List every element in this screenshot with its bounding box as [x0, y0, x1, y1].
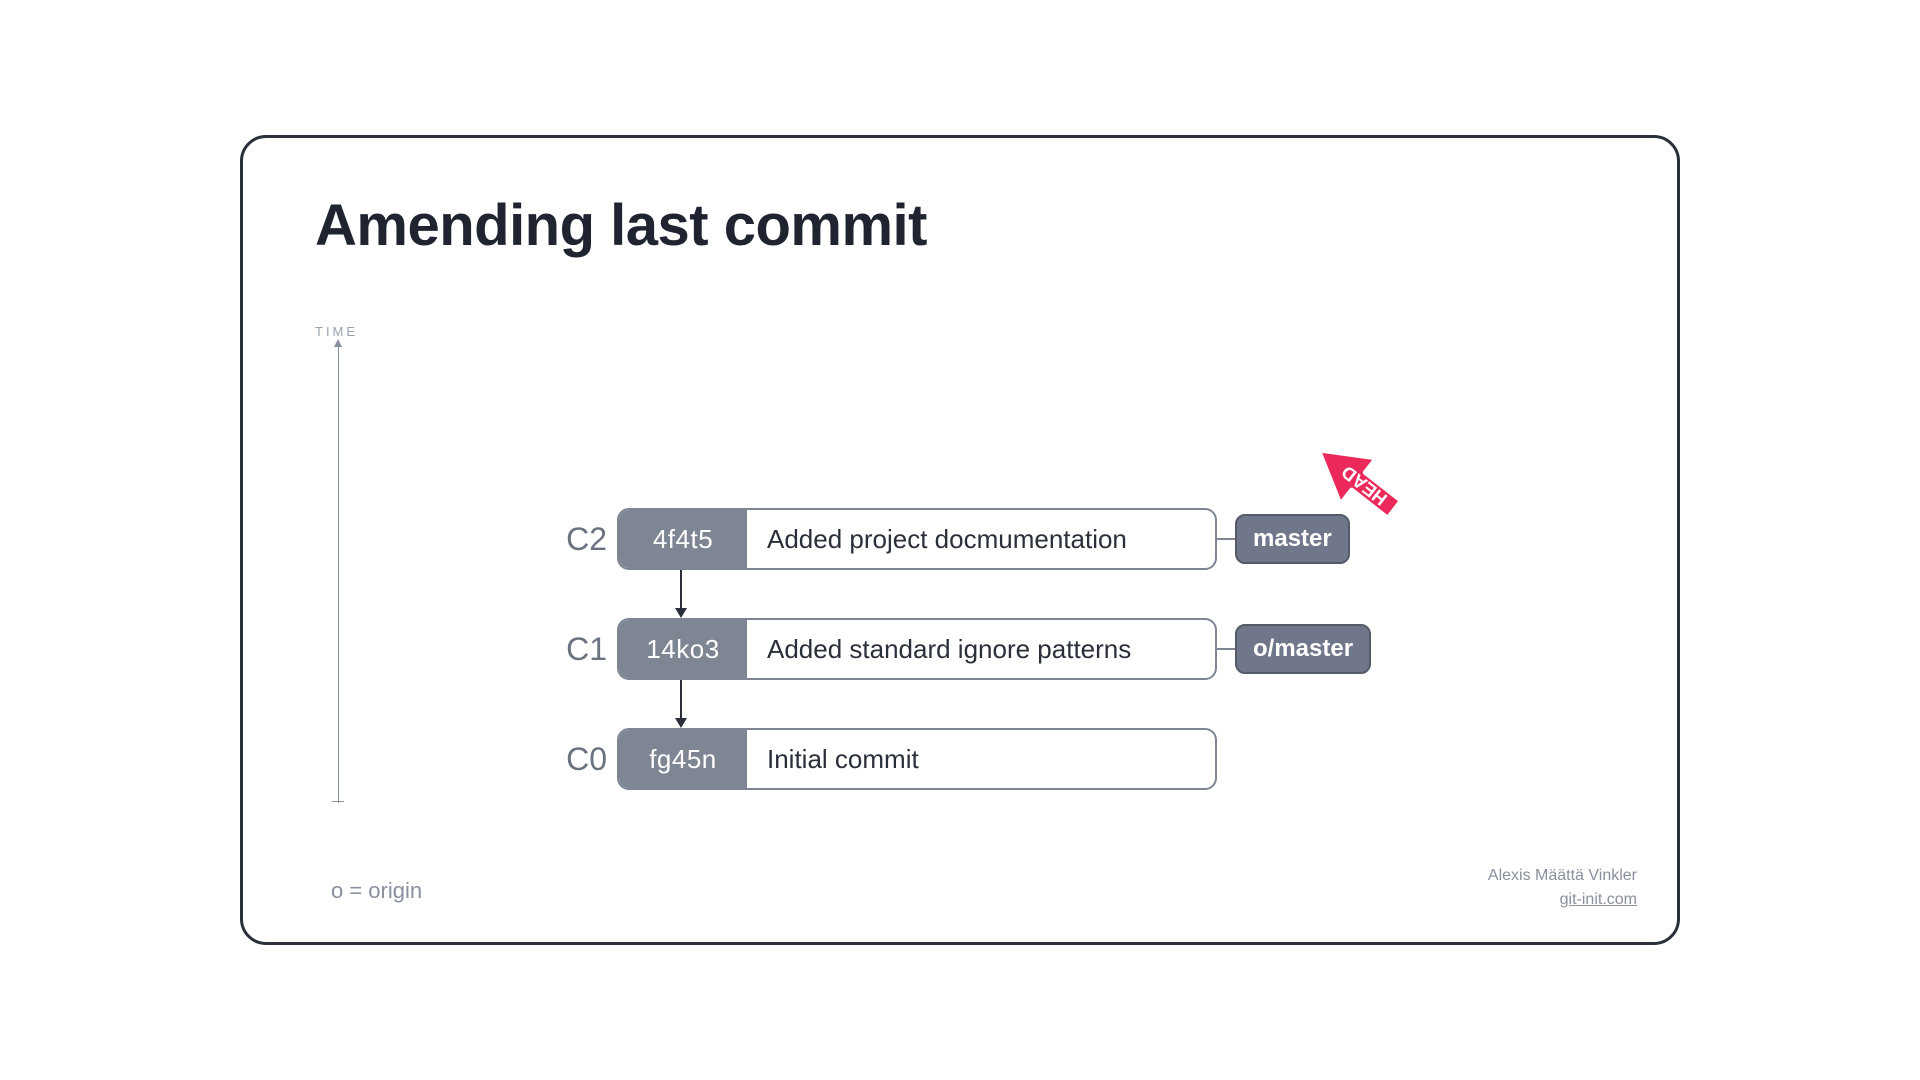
author-name: Alexis Määttä Vinkler [1488, 864, 1637, 888]
commit-pill: 4f4t5 Added project docmumentation [617, 508, 1217, 570]
parent-arrow-shaft [680, 570, 682, 610]
head-pointer-label: HEAD [1337, 462, 1391, 511]
slide-frame: Amending last commit TIME C2 4f4t5 Added… [240, 135, 1680, 945]
commit-row: C1 14ko3 Added standard ignore patterns … [533, 618, 1371, 680]
author-site: git-init.com [1488, 888, 1637, 912]
parent-arrow-head [675, 718, 687, 728]
time-axis-label: TIME [315, 324, 358, 339]
commit-label: C0 [533, 741, 607, 778]
commit-hash: 4f4t5 [619, 510, 747, 568]
parent-arrow-head [675, 608, 687, 618]
slide-title: Amending last commit [315, 192, 927, 259]
commit-hash: fg45n [619, 730, 747, 788]
time-axis-base [332, 801, 344, 802]
commit-message: Initial commit [747, 730, 1215, 788]
commit-row: C0 fg45n Initial commit [533, 728, 1217, 790]
time-axis-line [338, 345, 339, 803]
commit-label: C2 [533, 521, 607, 558]
commit-hash: 14ko3 [619, 620, 747, 678]
branch-connector [1217, 538, 1235, 540]
parent-arrow-shaft [680, 680, 682, 720]
credits: Alexis Määttä Vinkler git-init.com [1488, 864, 1637, 912]
commit-row: C2 4f4t5 Added project docmumentation ma… [533, 508, 1350, 570]
commit-pill: 14ko3 Added standard ignore patterns [617, 618, 1217, 680]
branch-connector [1217, 648, 1235, 650]
commit-message: Added project docmumentation [747, 510, 1215, 568]
commit-label: C1 [533, 631, 607, 668]
commit-message: Added standard ignore patterns [747, 620, 1215, 678]
branch-badge-master: master [1235, 514, 1350, 564]
commit-pill: fg45n Initial commit [617, 728, 1217, 790]
branch-badge-origin-master: o/master [1235, 624, 1371, 674]
legend-text: o = origin [331, 878, 422, 904]
